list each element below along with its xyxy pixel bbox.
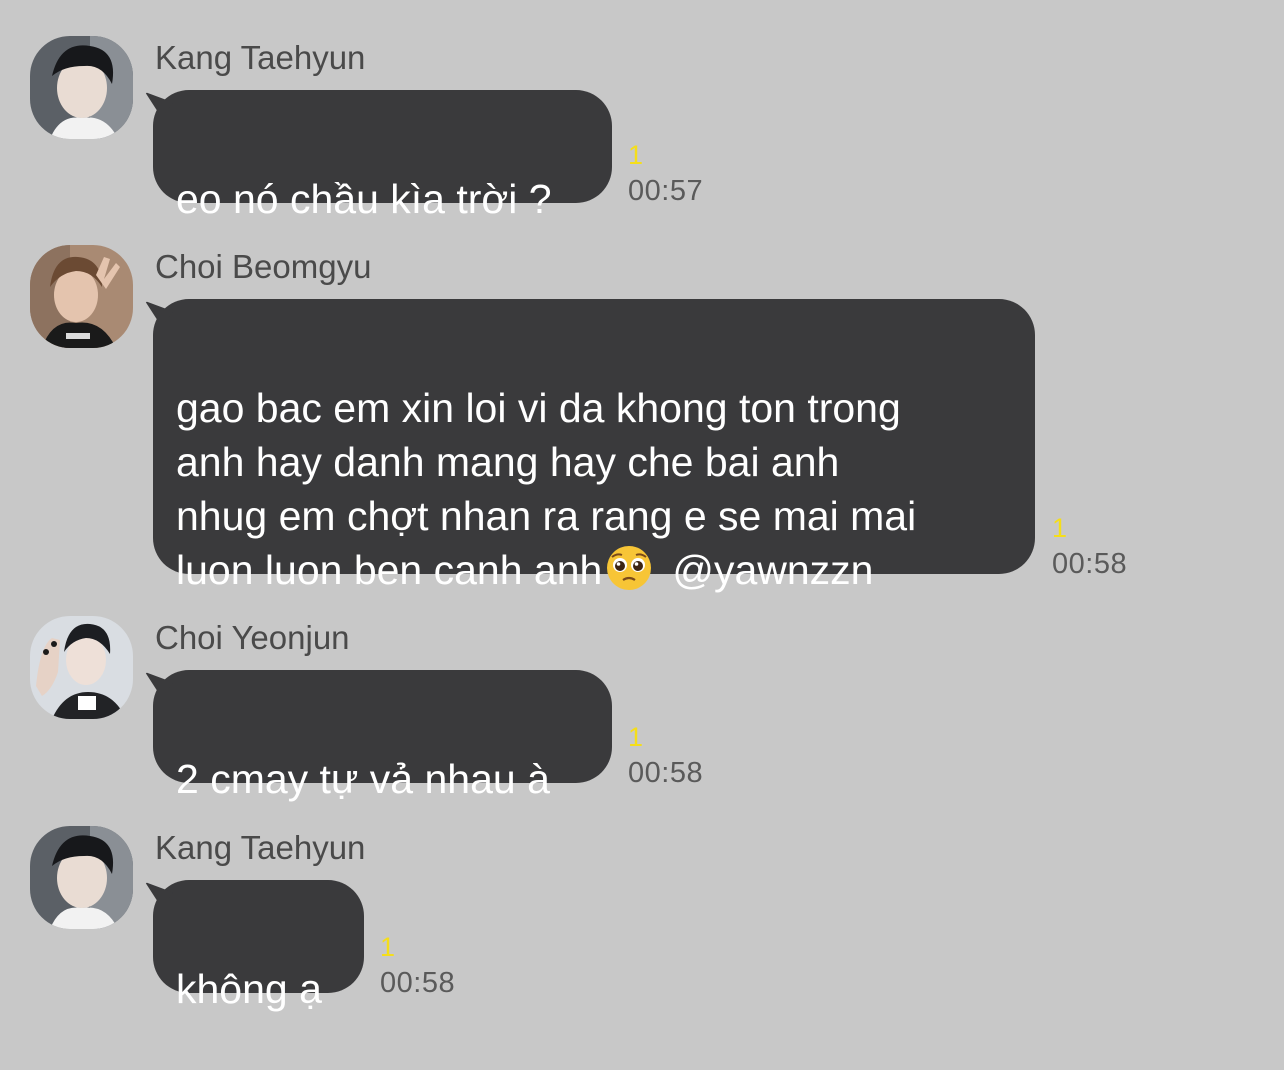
sender-name: Kang Taehyun [155, 39, 366, 76]
message-bubble[interactable]: gao bac em xin loi vi da khong ton trong… [153, 299, 1035, 593]
unread-count: 1 [1052, 513, 1068, 543]
profile-photo-icon [30, 36, 133, 139]
message-text: gao bac em xin loi vi da khong ton trong… [176, 381, 1013, 597]
profile-photo-icon [30, 826, 133, 929]
mention-tag[interactable]: @yawnzzn [672, 547, 873, 593]
sender-name: Kang Taehyun [155, 829, 366, 866]
message-time: 00:58 [628, 757, 704, 789]
message-bubble[interactable]: 2 cmay tự vả nhau à [153, 670, 612, 802]
avatar-kang-taehyun[interactable] [30, 36, 133, 139]
message-time: 00:58 [380, 967, 456, 999]
message-time: 00:57 [628, 175, 704, 207]
profile-photo-icon [30, 245, 133, 348]
message-bubble[interactable]: không ạ [153, 880, 364, 1012]
unread-count: 1 [628, 140, 644, 170]
avatar-kang-taehyun[interactable] [30, 826, 133, 929]
avatar-choi-beomgyu[interactable] [30, 245, 133, 348]
message-bubble[interactable]: eo nó chầu kìa trời ? [153, 90, 612, 222]
message-text: 2 cmay tự vả nhau à [176, 756, 550, 802]
unread-count: 1 [628, 722, 644, 752]
message-text: eo nó chầu kìa trời ? [176, 176, 552, 222]
sender-name: Choi Yeonjun [155, 619, 350, 656]
message-text: không ạ [176, 966, 322, 1012]
profile-photo-icon [30, 616, 133, 719]
sender-name: Choi Beomgyu [155, 248, 372, 285]
message-time: 00:58 [1052, 548, 1128, 580]
pleading-face-emoji-icon [604, 544, 654, 592]
unread-count: 1 [380, 932, 396, 962]
avatar-choi-yeonjun[interactable] [30, 616, 133, 719]
